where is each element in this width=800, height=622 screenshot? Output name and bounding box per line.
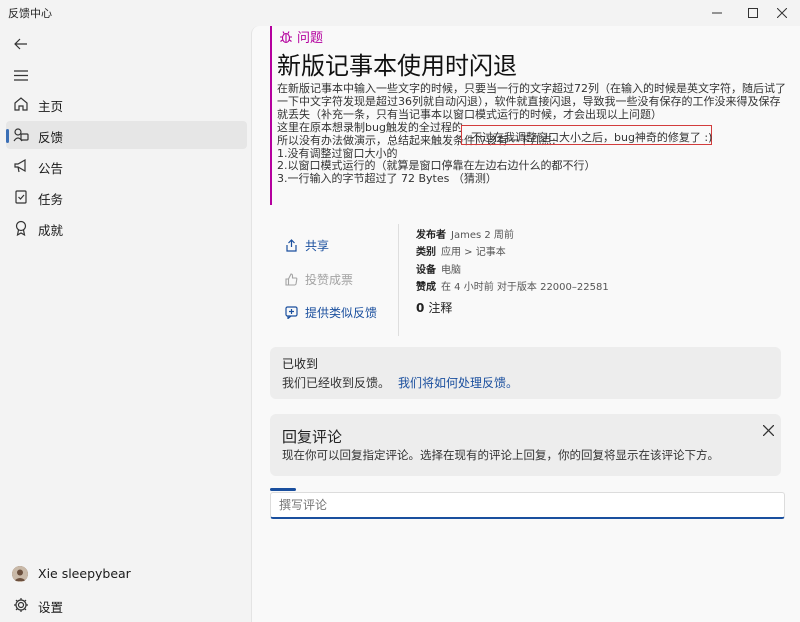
feedback-icon: [13, 128, 29, 142]
nav-item-home[interactable]: 主页: [6, 90, 247, 118]
dismiss-card-button[interactable]: [757, 419, 779, 441]
reply-card-title: 回复评论: [282, 428, 343, 446]
meta-label: 赞成: [416, 282, 436, 293]
title-bar: 反馈中心: [0, 0, 800, 26]
meta-value: James 2 周前: [451, 230, 514, 241]
meta-value: 应用 > 记事本: [441, 247, 506, 258]
active-indicator: [6, 129, 9, 143]
similar-feedback-button[interactable]: 提供类似反馈: [285, 304, 377, 321]
comment-count: 0 注释: [416, 299, 452, 316]
close-window-button[interactable]: [763, 0, 800, 26]
upvote-label: 投赞成票: [305, 273, 354, 287]
highlighted-text: 不过在我调整窗口大小之后，bug神奇的修复了 :): [471, 131, 713, 144]
window-title: 反馈中心: [8, 7, 52, 20]
badge-icon: [15, 220, 27, 237]
status-title: 已收到: [282, 357, 319, 371]
back-button[interactable]: [10, 33, 32, 55]
meta-poster: 发布者 James 2 周前: [416, 226, 514, 241]
minimize-icon: [712, 12, 722, 14]
upvote-button[interactable]: 投赞成票: [285, 271, 353, 288]
description-line: 在新版记事本中输入一些文字的时候，只要当一行的文字超过72列（在输入的时候是英文…: [277, 82, 786, 95]
settings-button[interactable]: 设置: [6, 592, 247, 618]
menu-button[interactable]: [10, 64, 32, 86]
meta-value: 电脑: [441, 265, 461, 276]
nav-item-achievements[interactable]: 成就: [6, 214, 247, 242]
share-icon: [286, 239, 297, 252]
home-icon: [14, 97, 28, 111]
hamburger-icon: [14, 69, 28, 81]
feedback-detail: 问题 新版记事本使用时闪退 在新版记事本中输入一些文字的时候，只要当一行的文字超…: [251, 26, 800, 622]
status-text-row: 我们已经收到反馈。 我们将如何处理反馈。: [282, 374, 518, 391]
gear-icon: [14, 598, 28, 612]
meta-category: 类别 应用 > 记事本: [416, 243, 506, 258]
nav-label: 反馈: [38, 130, 64, 145]
description-line: 3.一行输入的字节超过了 72 Bytes （猜测）: [277, 172, 497, 186]
minimize-button[interactable]: [698, 0, 736, 26]
problem-accent-bar: [270, 26, 272, 205]
description-line: 一下中文字符发现是超过36列就自动闪退），软件就直接闪退，导致我一些没有保存的工…: [277, 94, 781, 108]
divider: [398, 224, 399, 336]
comment-input[interactable]: [270, 492, 785, 519]
close-icon: [762, 424, 774, 436]
reply-info-card: 回复评论 现在你可以回复指定评论。选择在现有的评论上回复，你的回复将显示在该评论…: [270, 414, 781, 476]
status-card: 已收到 我们已经收到反馈。 我们将如何处理反馈。: [270, 347, 781, 399]
nav-item-quests[interactable]: 任务: [6, 183, 247, 211]
megaphone-icon: [14, 158, 26, 173]
nav-item-feedback[interactable]: 反馈: [6, 121, 247, 149]
nav-label: 主页: [38, 99, 64, 114]
maximize-icon: [748, 8, 758, 18]
reply-card-text: 现在你可以回复指定评论。选择在现有的评论上回复，你的回复将显示在该评论下方。: [282, 448, 719, 462]
user-name: Xie sleepybear: [38, 566, 131, 581]
description-line: 就丢失（补充一条，只有当记事本以窗口模式运行的时候，才会出现以上问题）: [277, 107, 662, 121]
avatar-image: [12, 566, 28, 582]
input-focus-indicator: [270, 488, 296, 491]
close-icon: [777, 8, 787, 18]
nav-label: 任务: [38, 192, 64, 207]
meta-label: 发布者: [416, 230, 446, 241]
nav-label: 成就: [38, 223, 64, 238]
similar-feedback-label: 提供类似反馈: [305, 306, 378, 320]
avatar: [12, 566, 28, 582]
thumbs-up-icon: [285, 273, 298, 286]
nav-item-announcements[interactable]: 公告: [6, 152, 247, 180]
comment-count-label: 注释: [428, 301, 453, 315]
meta-value: 在 4 小时前 对于版本 22000–22581: [441, 282, 609, 293]
meta-device: 设备 电脑: [416, 261, 461, 276]
meta-label: 类别: [416, 247, 436, 258]
task-icon: [15, 190, 27, 204]
bug-icon: [280, 30, 292, 43]
share-button[interactable]: 共享: [285, 237, 329, 254]
sidebar: 主页 反馈 公告 任务 成就 Xie sleepybear 设置: [0, 26, 250, 622]
process-feedback-link[interactable]: 我们将如何处理反馈。: [398, 376, 518, 390]
status-text: 我们已经收到反馈。: [282, 376, 391, 390]
comment-count-value: 0: [416, 301, 425, 315]
feedback-title: 新版记事本使用时闪退: [277, 52, 517, 80]
feedback-type-label: 问题: [297, 31, 324, 46]
meta-upvote: 赞成在 4 小时前 对于版本 22000–22581: [416, 278, 609, 293]
share-label: 共享: [305, 239, 330, 253]
back-arrow-icon: [14, 38, 27, 50]
nav-label: 公告: [38, 161, 64, 176]
user-account[interactable]: Xie sleepybear: [6, 562, 247, 588]
settings-label: 设置: [38, 600, 64, 615]
feedback-type: 问题: [279, 27, 323, 46]
meta-label: 设备: [416, 265, 436, 276]
add-feedback-icon: [285, 306, 298, 319]
